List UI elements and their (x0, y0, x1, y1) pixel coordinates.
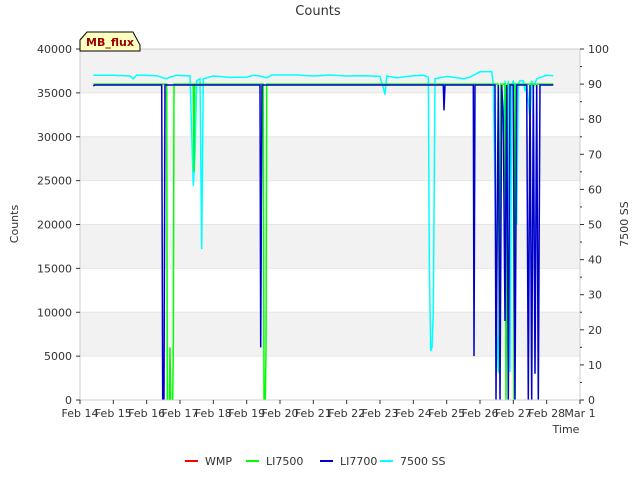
x-tick-label: Feb 16 (128, 407, 165, 420)
y-tick-label: 5000 (44, 350, 72, 363)
x-tick-label: Feb 25 (428, 407, 465, 420)
y2-tick-label: 40 (588, 254, 602, 267)
x-tick-label: Feb 27 (495, 407, 532, 420)
y-axis-label: Counts (8, 205, 21, 244)
y-tick-label: 0 (65, 394, 72, 407)
legend-label: LI7700 (340, 455, 377, 468)
y-tick-label: 25000 (37, 175, 72, 188)
mb-flux-annotation: MB_flux (79, 31, 141, 52)
x-tick-label: Feb 22 (328, 407, 365, 420)
chart-title: Counts (295, 4, 341, 19)
y-tick-label: 35000 (37, 87, 72, 100)
x-tick-label: Mar 1 (564, 407, 595, 420)
legend-label: WMP (205, 455, 232, 468)
x-tick-label: Feb 26 (462, 407, 499, 420)
y2-tick-label: 10 (588, 359, 602, 372)
x-tick-label: Feb 20 (262, 407, 299, 420)
y-tick-label: 30000 (37, 131, 72, 144)
x-tick-label: Feb 24 (395, 407, 432, 420)
y-tick-label: 15000 (37, 262, 72, 275)
legend-label: 7500 SS (400, 455, 445, 468)
x-axis-label: Time (552, 423, 580, 436)
x-tick-label: Feb 15 (95, 407, 132, 420)
y-axis-left: 0 5000 10000 15000 20000 25000 30000 35000 40000 (37, 43, 80, 407)
y2-tick-label: 90 (588, 78, 602, 91)
x-tick-label: Feb 21 (295, 407, 332, 420)
x-tick-label: Feb 17 (162, 407, 199, 420)
x-tick-label: Feb 19 (228, 407, 265, 420)
y-tick-label: 40000 (37, 43, 72, 56)
y2-tick-label: 80 (588, 113, 602, 126)
x-tick-label: Feb 14 (62, 407, 99, 420)
y2-tick-label: 50 (588, 219, 602, 232)
y-tick-label: 10000 (37, 306, 72, 319)
x-tick-label: Feb 28 (528, 407, 565, 420)
annotation-text: MB_flux (86, 36, 134, 49)
y2-tick-label: 60 (588, 183, 602, 196)
x-tick-label: Feb 18 (195, 407, 232, 420)
y2-axis-label: 7500 SS (618, 201, 631, 246)
y2-tick-label: 0 (588, 394, 595, 407)
x-axis: Feb 14Feb 15Feb 16Feb 17Feb 18Feb 19Feb … (62, 400, 596, 420)
y2-tick-label: 70 (588, 148, 602, 161)
y-axis-right: 0 10 20 30 40 50 60 70 80 90 100 (580, 43, 609, 407)
y-tick-label: 20000 (37, 219, 72, 232)
legend-label: LI7500 (266, 455, 303, 468)
y2-tick-label: 30 (588, 289, 602, 302)
chart-canvas: Counts Feb 14Feb 15Feb 16Feb 17Feb 18Feb… (8, 4, 631, 468)
y2-tick-label: 100 (588, 43, 609, 56)
y2-tick-label: 20 (588, 324, 602, 337)
legend: WMP LI7500 LI7700 7500 SS (185, 455, 445, 468)
x-tick-label: Feb 23 (362, 407, 399, 420)
